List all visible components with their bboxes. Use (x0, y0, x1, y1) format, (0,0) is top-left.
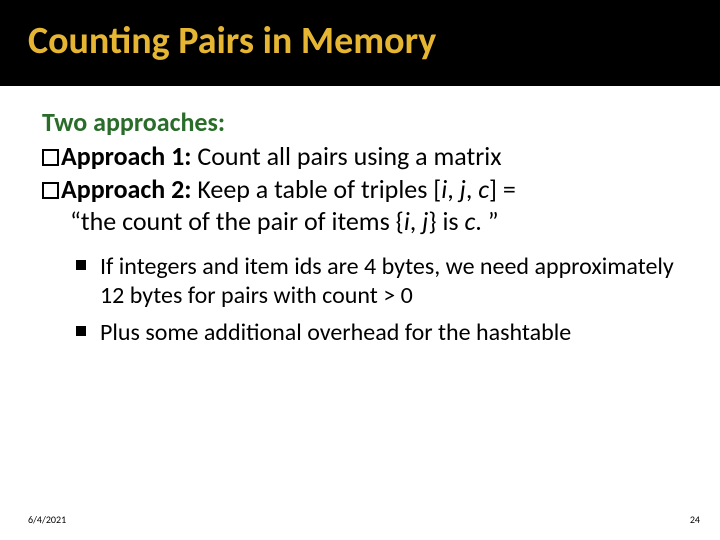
approaches-heading: Two approaches: (42, 106, 686, 138)
approach-1-text: Count all pairs using a matrix (191, 140, 501, 172)
sub-bullet-item: Plus some additional overhead for the ha… (76, 318, 686, 347)
checkbox-icon (42, 182, 59, 199)
slide-body: Two approaches: Approach 1: Count all pa… (0, 86, 720, 347)
var-c: c (464, 205, 475, 237)
approach-2-line2: “the count of the pair of items {i, j} i… (42, 205, 686, 238)
comma: , (466, 173, 478, 205)
approach-2-text-pre: Keep a table of triples [ (191, 173, 441, 205)
line2-mid: } is (428, 205, 464, 237)
var-c: c (478, 173, 489, 205)
approach-2-text-post: ] = (489, 173, 516, 205)
line2-post: . ” (475, 205, 498, 237)
approach-1-label: Approach 1: (61, 140, 191, 172)
footer-date: 6/4/2021 (28, 513, 66, 526)
line2-pre: “the count of the pair of items { (70, 205, 404, 237)
sub-bullet-list: If integers and item ids are 4 bytes, we… (42, 252, 686, 348)
comma: , (447, 173, 459, 205)
approach-1-line: Approach 1: Count all pairs using a matr… (42, 140, 686, 173)
approach-2-label: Approach 2: (61, 173, 191, 205)
approach-2-line: Approach 2: Keep a table of triples [i, … (42, 173, 686, 206)
sub-bullet-item: If integers and item ids are 4 bytes, we… (76, 252, 686, 311)
comma: , (410, 205, 422, 237)
footer-page-number: 24 (690, 513, 700, 526)
title-bar: Counting Pairs in Memory (0, 0, 720, 86)
checkbox-icon (42, 149, 59, 166)
slide-title: Counting Pairs in Memory (28, 18, 720, 64)
